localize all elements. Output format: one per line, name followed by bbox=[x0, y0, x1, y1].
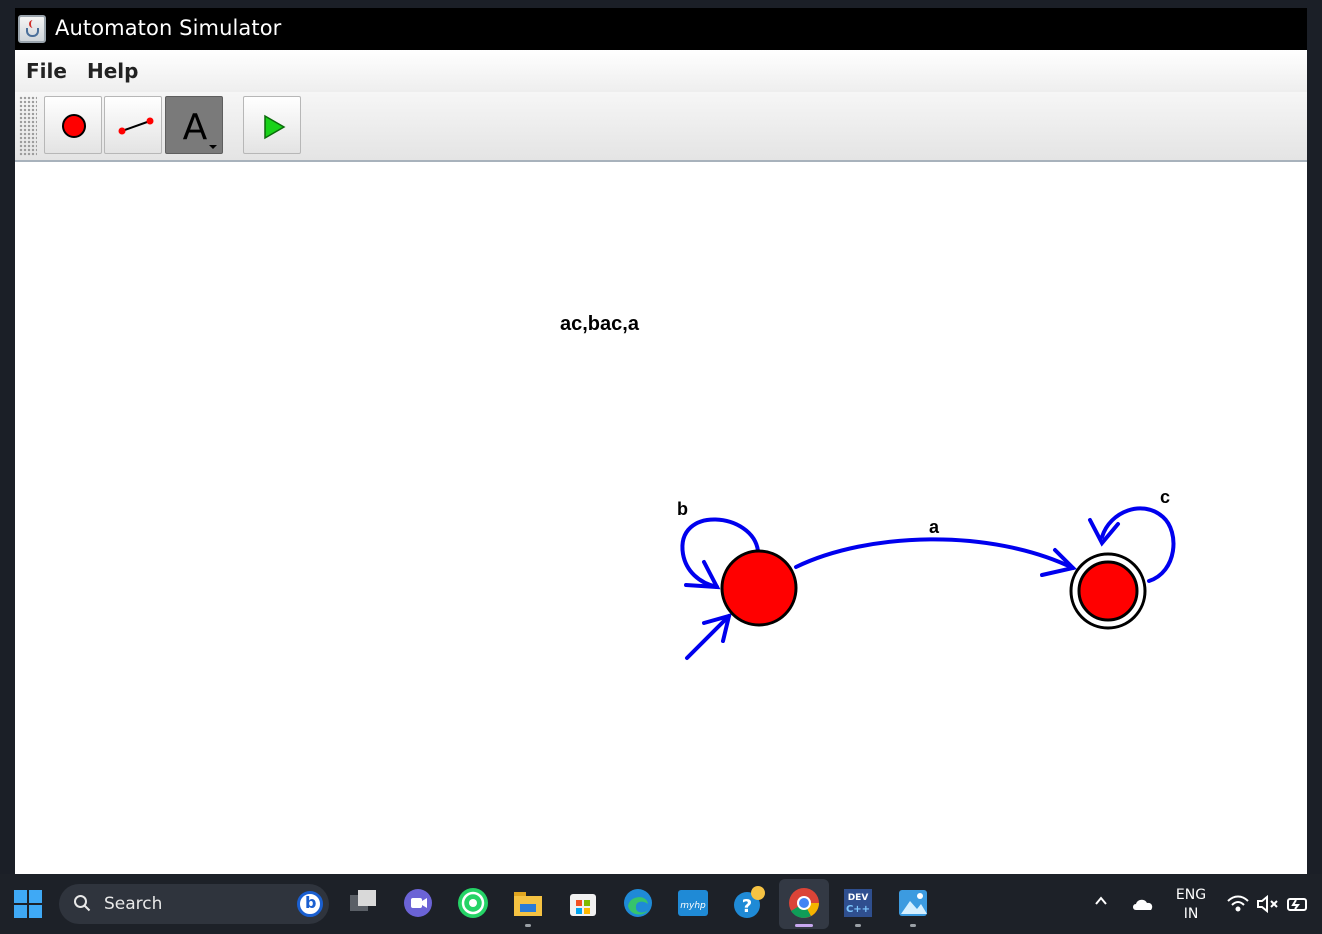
chevron-up-icon[interactable] bbox=[1094, 894, 1108, 908]
transition-label-a: a bbox=[929, 517, 940, 537]
file-explorer-running-indicator bbox=[525, 924, 531, 927]
taskbar-search-box[interactable]: Search b bbox=[59, 884, 329, 924]
svg-text:C++: C++ bbox=[846, 904, 870, 915]
chrome-active-indicator bbox=[795, 924, 813, 927]
search-icon bbox=[74, 895, 91, 912]
letter-a-icon: A bbox=[183, 107, 217, 149]
wifi-icon bbox=[1227, 895, 1249, 912]
dev-cpp-icon[interactable]: DEV C++ bbox=[841, 886, 875, 920]
speaker-muted-icon bbox=[1257, 894, 1278, 914]
app-window: Automaton Simulator File Help A ac,bac,a… bbox=[15, 8, 1307, 874]
menu-help[interactable]: Help bbox=[87, 59, 138, 83]
svg-text:DEV: DEV bbox=[848, 893, 869, 903]
screen-top-strip bbox=[0, 0, 1322, 8]
state-q0[interactable] bbox=[720, 549, 798, 627]
bing-icon[interactable]: b bbox=[297, 891, 323, 917]
run-button[interactable] bbox=[243, 96, 301, 154]
task-view-icon[interactable] bbox=[346, 886, 380, 920]
microsoft-store-icon[interactable] bbox=[566, 886, 600, 920]
input-string-label: ac,bac,a bbox=[560, 313, 640, 335]
automaton-diagram[interactable]: ac,bac,a b a c bbox=[15, 162, 1307, 874]
whatsapp-icon[interactable] bbox=[456, 886, 490, 920]
chrome-browser-icon[interactable] bbox=[787, 886, 821, 920]
windows-taskbar: Search b myhp ? DEV C++ ENG IN bbox=[0, 874, 1322, 934]
window-title: Automaton Simulator bbox=[55, 16, 282, 40]
toolbar: A bbox=[15, 92, 1307, 162]
search-label: Search bbox=[104, 894, 163, 914]
edit-label-button[interactable]: A bbox=[165, 96, 223, 154]
transition-label-b: b bbox=[677, 499, 688, 519]
battery-charging-icon bbox=[1287, 898, 1307, 911]
menu-file[interactable]: File bbox=[26, 59, 67, 83]
photos-app-icon[interactable] bbox=[896, 886, 930, 920]
menu-bar: File Help bbox=[15, 50, 1307, 92]
system-tray-icons[interactable] bbox=[1226, 892, 1312, 916]
file-explorer-icon[interactable] bbox=[511, 886, 545, 920]
transition-line-icon bbox=[118, 117, 154, 135]
get-help-icon[interactable]: ? bbox=[731, 886, 765, 920]
initial-state-arrow bbox=[685, 613, 732, 660]
title-bar[interactable]: Automaton Simulator bbox=[15, 8, 1307, 50]
java-app-icon bbox=[18, 15, 46, 43]
meet-app-icon[interactable] bbox=[401, 886, 435, 920]
svg-text:?: ? bbox=[742, 896, 752, 917]
myhp-app-icon[interactable]: myhp bbox=[676, 886, 710, 920]
state-q1-accepting[interactable] bbox=[1069, 552, 1147, 630]
svg-text:myhp: myhp bbox=[680, 901, 706, 911]
windows-start-button[interactable] bbox=[14, 890, 42, 918]
automaton-canvas[interactable]: ac,bac,a b a c bbox=[15, 162, 1307, 874]
edge-browser-icon[interactable] bbox=[621, 886, 655, 920]
transition-label-c: c bbox=[1160, 487, 1170, 507]
add-transition-button[interactable] bbox=[104, 96, 162, 154]
onedrive-cloud-icon[interactable] bbox=[1132, 898, 1154, 910]
transition-a bbox=[794, 537, 1077, 577]
photos-running-indicator bbox=[910, 924, 916, 927]
red-circle-icon bbox=[62, 114, 86, 138]
green-play-icon bbox=[264, 114, 286, 140]
add-state-button[interactable] bbox=[44, 96, 102, 154]
dev-cpp-running-indicator bbox=[855, 924, 861, 927]
svg-text:A: A bbox=[183, 107, 208, 148]
input-language-indicator[interactable]: ENG IN bbox=[1170, 886, 1212, 924]
toolbar-grip-handle[interactable] bbox=[19, 96, 37, 156]
